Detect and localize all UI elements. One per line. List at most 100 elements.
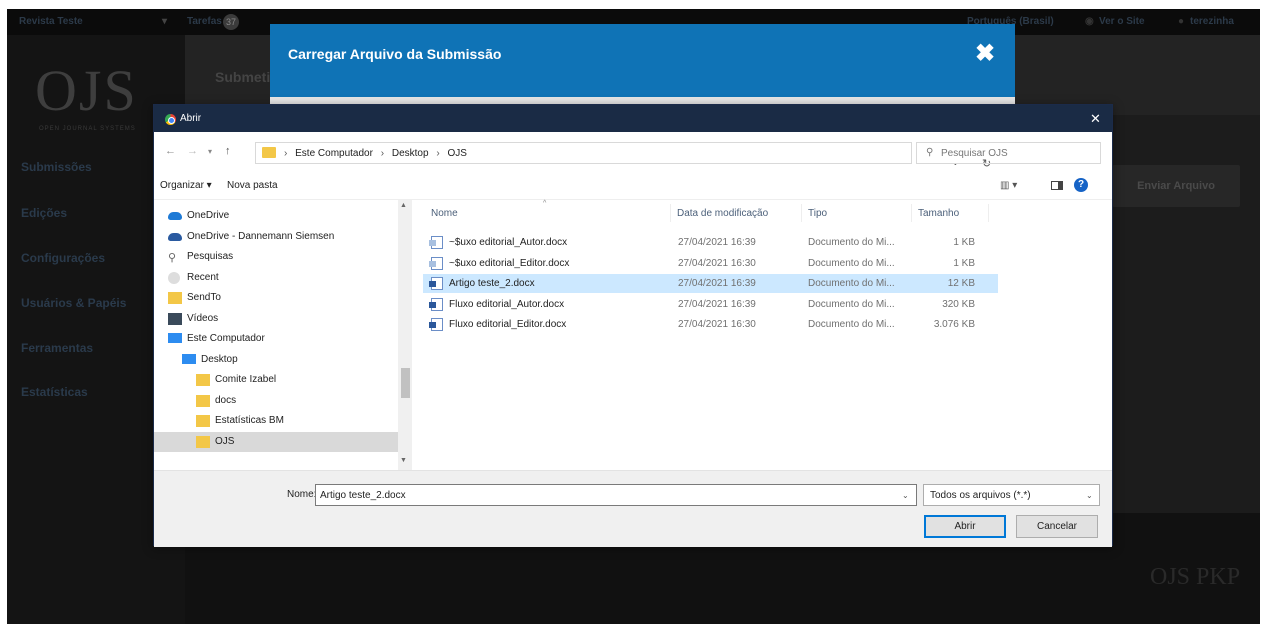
- journal-name-link[interactable]: Revista Teste: [19, 16, 83, 27]
- file-type-select[interactable]: Todos os arquivos (*.*) ⌄: [923, 484, 1100, 506]
- chevron-down-icon: ⌄: [1086, 491, 1093, 500]
- sidebar-item[interactable]: Estatísticas BM: [154, 411, 398, 431]
- breadcrumb-desktop[interactable]: Desktop: [392, 148, 429, 159]
- ojs-logo: OJS: [35, 58, 138, 123]
- folder-icon: [196, 415, 210, 427]
- scrollbar-thumb[interactable]: [401, 368, 410, 398]
- close-icon[interactable]: ✕: [1090, 111, 1101, 127]
- scroll-up-icon[interactable]: ▲: [400, 202, 407, 209]
- column-divider[interactable]: [911, 204, 912, 222]
- file-name-cell: Fluxo editorial_Editor.docx: [449, 319, 567, 330]
- breadcrumb: › Este Computador › Desktop › OJS: [284, 148, 467, 159]
- sidebar-item-issues[interactable]: Edições: [21, 206, 67, 220]
- file-type-cell: Documento do Mi...: [808, 278, 895, 289]
- organize-button[interactable]: Organizar ▾: [160, 180, 212, 191]
- table-row[interactable]: Artigo teste_2.docx 27/04/2021 16:39 Docum…: [423, 274, 998, 293]
- preview-pane-icon[interactable]: [1051, 181, 1063, 190]
- table-row[interactable]: ~$uxo editorial_Autor.docx 27/04/2021 16:…: [423, 233, 998, 252]
- view-options-icon[interactable]: ▥ ▾: [1000, 180, 1017, 191]
- sidebar-item-label: OneDrive: [187, 210, 230, 221]
- sidebar-item[interactable]: ⚲ Pesquisas: [154, 247, 398, 267]
- file-name-cell: Artigo teste_2.docx: [449, 278, 535, 289]
- breadcrumb-this-pc[interactable]: Este Computador: [295, 148, 373, 159]
- open-button[interactable]: Abrir: [924, 515, 1006, 538]
- sidebar-item[interactable]: docs: [154, 391, 398, 411]
- sidebar-item[interactable]: OneDrive - Dannemann Siemsen: [154, 227, 398, 247]
- sidebar-item-submissions[interactable]: Submissões: [21, 160, 92, 174]
- cancel-button[interactable]: Cancelar: [1016, 515, 1098, 538]
- folder-icon: [196, 435, 210, 448]
- sidebar-item-tools[interactable]: Ferramentas: [21, 341, 93, 355]
- column-divider[interactable]: [670, 204, 671, 222]
- sidebar-item-settings[interactable]: Configurações: [21, 251, 105, 265]
- address-row: ← → ▾ ↑ › Este Computador › Desktop › OJ…: [154, 132, 1112, 172]
- sidebar-item-statistics[interactable]: Estatísticas: [21, 385, 88, 399]
- desktop-icon: [182, 353, 196, 364]
- sidebar-item-users-roles[interactable]: Usuários & Papéis: [21, 296, 126, 310]
- column-header-date[interactable]: Data de modificação: [677, 208, 768, 219]
- file-type-cell: Documento do Mi...: [808, 237, 895, 248]
- close-icon[interactable]: ✖: [973, 42, 997, 66]
- tasks-link[interactable]: Tarefas: [187, 16, 222, 27]
- forward-arrow-icon[interactable]: →: [187, 145, 198, 157]
- scroll-down-icon[interactable]: ▼: [400, 457, 407, 464]
- search-input[interactable]: ⚲ Pesquisar OJS: [916, 142, 1101, 164]
- sort-ascending-icon: ^: [543, 200, 547, 207]
- file-date-cell: 27/04/2021 16:30: [678, 257, 756, 269]
- sidebar-item[interactable]: OJS: [154, 431, 398, 452]
- open-file-dialog: Abrir ✕ ← → ▾ ↑ › Este Computador › Desk…: [153, 104, 1113, 547]
- word-document-icon: [429, 277, 443, 290]
- computer-icon: [168, 333, 182, 343]
- file-type-cell: Documento do Mi...: [808, 298, 895, 310]
- up-arrow-icon[interactable]: ↑: [225, 145, 231, 157]
- back-arrow-icon[interactable]: ←: [165, 145, 176, 157]
- video-icon: [168, 312, 182, 325]
- column-header-name[interactable]: Nome: [431, 208, 458, 219]
- sidebar-item[interactable]: Vídeos: [154, 309, 398, 329]
- sidebar-item[interactable]: SendTo: [154, 288, 398, 308]
- breadcrumb-ojs[interactable]: OJS: [447, 148, 466, 159]
- sidebar-item-label: OJS: [215, 435, 235, 447]
- dialog-bottom-bar: Nome: ⌄ Todos os arquivos (*.*) ⌄ Abrir …: [154, 470, 1112, 547]
- user-menu[interactable]: terezinha: [1190, 16, 1234, 27]
- table-row[interactable]: Fluxo editorial_Autor.docx 27/04/2021 16:…: [423, 295, 998, 314]
- column-divider[interactable]: [801, 204, 802, 222]
- file-size-cell: 1 KB: [953, 237, 975, 248]
- search-icon: ⚲: [168, 252, 177, 264]
- sidebar-item[interactable]: Recent: [154, 268, 398, 288]
- table-row[interactable]: ~$uxo editorial_Editor.docx 27/04/2021 16…: [423, 254, 998, 273]
- file-name-input[interactable]: [315, 484, 917, 506]
- search-icon: ⚲: [926, 147, 934, 158]
- column-divider[interactable]: [988, 204, 989, 222]
- help-icon[interactable]: ?: [1074, 178, 1088, 192]
- dialog-toolbar: Organizar ▾ Nova pasta ▥ ▾ ?: [154, 172, 1112, 200]
- user-icon: ●: [1178, 16, 1185, 27]
- sidebar-item[interactable]: Desktop: [154, 350, 398, 370]
- modal-header: Carregar Arquivo da Submissão ✖: [270, 24, 1015, 97]
- navigation-scrollbar[interactable]: ▲ ▼: [398, 200, 412, 470]
- chrome-icon: [165, 114, 176, 125]
- table-row[interactable]: Fluxo editorial_Editor.docx 27/04/2021 16…: [423, 315, 998, 334]
- sidebar-item-label: Este Computador: [187, 333, 265, 344]
- sidebar-item[interactable]: Comite Izabel: [154, 370, 398, 390]
- recent-icon: [168, 271, 180, 284]
- folder-icon: [168, 292, 182, 304]
- word-document-icon: [429, 256, 443, 270]
- ojs-logo-subtitle: OPEN JOURNAL SYSTEMS: [39, 126, 136, 132]
- file-date-cell: 27/04/2021 16:30: [678, 319, 756, 330]
- recent-locations-chevron-icon[interactable]: ▾: [208, 147, 212, 156]
- send-file-button[interactable]: Enviar Arquivo: [1112, 165, 1240, 207]
- eye-icon: ◉: [1085, 16, 1094, 27]
- sidebar-item[interactable]: Este Computador: [154, 329, 398, 349]
- chevron-down-icon[interactable]: ▾: [162, 16, 167, 27]
- onedrive-icon: [168, 232, 182, 241]
- chevron-down-icon[interactable]: ⌄: [902, 491, 909, 500]
- sidebar-item-label: Desktop: [201, 353, 238, 365]
- new-folder-button[interactable]: Nova pasta: [227, 180, 278, 191]
- file-type-cell: Documento do Mi...: [808, 257, 895, 269]
- column-header-type[interactable]: Tipo: [808, 208, 827, 219]
- view-site-link[interactable]: Ver o Site: [1099, 16, 1145, 27]
- address-bar[interactable]: › Este Computador › Desktop › OJS ⌄ ↻: [255, 142, 991, 170]
- column-header-size[interactable]: Tamanho: [918, 208, 959, 219]
- sidebar-item[interactable]: OneDrive: [154, 206, 398, 226]
